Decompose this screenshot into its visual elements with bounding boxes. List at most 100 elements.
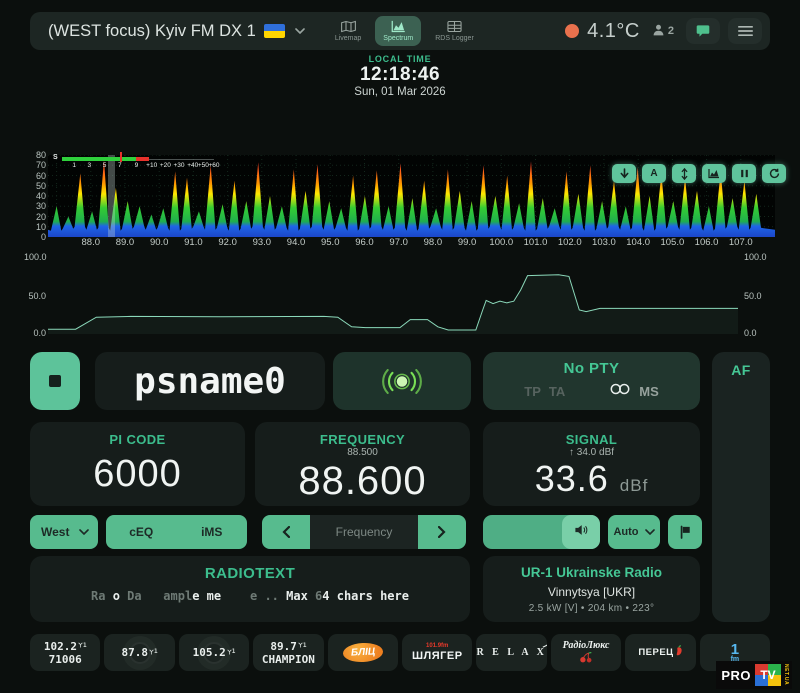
bookmark-logo-lux[interactable]: РадіоЛюкс <box>550 634 622 671</box>
spectrum-x-tick: 100.0 <box>489 237 514 248</box>
region-value: West <box>41 525 70 539</box>
station-info-panel: UR-1 Ukrainske Radio Vinnytsya [UKR] 2.5… <box>483 556 700 622</box>
nav-spectrum[interactable]: Spectrum <box>375 16 422 46</box>
bookmark-preset-105.2[interactable]: 105.2 1 <box>178 634 250 671</box>
menu-button[interactable] <box>728 18 762 44</box>
stereo-icon <box>609 382 631 400</box>
spectrum-x-tick: 93.0 <box>252 237 272 248</box>
shlyager-freq: 101.9fm <box>426 642 449 649</box>
radiotext-segment: ampl <box>163 589 193 603</box>
server-selector[interactable]: (WEST focus) Kyiv FM DX 1 <box>48 22 305 41</box>
user-icon <box>652 23 665 39</box>
smeter-tick: +20 <box>159 162 171 169</box>
blitz-logo: БЛІЦ <box>342 641 384 664</box>
spectrum-x-tick: 92.0 <box>218 237 237 248</box>
smeter-tick: 7 <box>117 162 122 169</box>
ps-name: psname0 <box>134 360 286 402</box>
antenna-badge: 1 <box>78 639 87 652</box>
stop-audio-button[interactable] <box>30 352 80 410</box>
bookmark-preset-89.7[interactable]: 89.7 1 CHAMPION <box>253 634 324 671</box>
clock-date: Sun, 01 Mar 2026 <box>354 86 446 99</box>
pi-value: 6000 <box>93 453 182 495</box>
broadcast-indicator[interactable] <box>333 352 471 410</box>
arrows-vertical-button[interactable] <box>672 164 696 183</box>
spectrum-x-tick: 88.0 <box>81 237 101 248</box>
spectrum-x-tick: 91.0 <box>184 237 203 248</box>
clock-time: 12:18:46 <box>359 64 441 86</box>
radiotext-segment: Max <box>286 589 316 603</box>
radiotext-value: Ra o Da ample me e .. Max 64 chars here <box>30 589 470 603</box>
smeter-needle <box>119 152 122 162</box>
smeter-bar <box>62 152 214 162</box>
signal-history-svg <box>48 254 738 334</box>
nav-livemap[interactable]: Livemap <box>327 16 369 46</box>
volume-slider[interactable] <box>483 515 600 549</box>
bookmark-frequency: 87.8 1 <box>121 645 158 659</box>
chat-button[interactable] <box>686 18 720 44</box>
arrow-down-button[interactable] <box>612 164 636 183</box>
smeter-tick: 3 <box>87 162 92 169</box>
frequency-label: FREQUENCY <box>319 432 406 447</box>
spectrum-y-tick: 30 <box>35 201 46 212</box>
spectrum-x-tick: 89.0 <box>115 237 135 248</box>
antenna-badge: 1 <box>298 639 306 652</box>
station-name: UR-1 Ukrainske Radio <box>520 565 663 580</box>
autoscale-button[interactable]: A <box>642 164 666 183</box>
bookmark-preset-102.2[interactable]: 102.2 1 71006 <box>30 634 101 671</box>
bookmark-preset-87.8[interactable]: 87.8 1 <box>104 634 175 671</box>
signal-number: 33.6 <box>534 458 609 499</box>
spectrum-icon <box>391 20 406 33</box>
bookmark-logo-relax[interactable]: R E L A X <box>476 634 547 671</box>
bookmark-ps: 71006 <box>48 652 82 666</box>
history-y-tick: 0.0 <box>33 328 46 338</box>
chart-style-button[interactable] <box>702 164 726 183</box>
auto-value: Auto <box>613 526 639 538</box>
spectrum-y-tick: 60 <box>35 170 46 181</box>
eq-toggle[interactable]: cEQ <box>106 525 177 539</box>
spectrum-x-tick: 107.0 <box>728 237 753 248</box>
frequency-value: 88.600 <box>298 459 427 503</box>
bookmark-logo-perets[interactable]: ПЕРЕЦ <box>625 634 696 671</box>
frequency-input[interactable] <box>310 515 418 549</box>
smeter-label: S <box>53 154 58 161</box>
stop-icon <box>49 375 61 387</box>
station-details: 2.5 kW [V] • 204 km • 223° <box>528 603 655 614</box>
auto-select[interactable]: Auto <box>608 515 660 549</box>
bookmark-logo-shlyager[interactable]: 101.9fm ШЛЯГЕР <box>402 634 473 671</box>
temperature-dot-icon <box>565 24 580 38</box>
spectrum-x-tick: 103.0 <box>592 237 616 248</box>
shlyager-logo: ШЛЯГЕР <box>411 649 463 662</box>
pause-button[interactable] <box>732 164 756 183</box>
frequency-down-button[interactable] <box>262 515 310 549</box>
watermark-pro: PRO <box>721 667 751 683</box>
ims-toggle[interactable]: iMS <box>177 525 248 539</box>
antenna-badge: 1 <box>227 645 235 658</box>
tp-flag: TP <box>524 383 541 399</box>
frequency-up-button[interactable] <box>418 515 466 549</box>
flag-button[interactable] <box>668 515 702 549</box>
ukraine-flag-icon <box>263 24 285 38</box>
spectrum-x-tick: 95.0 <box>320 237 340 248</box>
smeter-ticks: 1 3 5 7 9 +10 +20 +30 +40 +50 +60 <box>62 162 219 171</box>
nav-rds-logger[interactable]: RDS Logger <box>427 16 482 46</box>
smeter-tick: +40 <box>187 162 199 169</box>
topbar-nav: Livemap Spectrum RDS Logger <box>327 16 482 46</box>
smeter-tick: +30 <box>173 162 185 169</box>
smeter-tick: +10 <box>146 162 158 169</box>
spectrum-x-tick: 102.0 <box>557 237 582 248</box>
bookmark-logo-blitz[interactable]: БЛІЦ <box>327 634 399 671</box>
spectrum-x-tick: 106.0 <box>694 237 719 248</box>
volume-handle[interactable] <box>562 515 600 549</box>
eq-ims-group: cEQ iMS <box>106 515 247 549</box>
refresh-button[interactable] <box>762 164 786 183</box>
spectrum-x-tick: 97.0 <box>389 237 408 248</box>
radiotext-segment: .. <box>264 589 287 603</box>
bookmark-ps: CHAMPION <box>261 652 315 666</box>
chevron-down-icon <box>79 529 89 535</box>
antenna-badge: 1 <box>149 645 158 658</box>
smeter-tick: +60 <box>208 162 220 169</box>
server-title: (WEST focus) Kyiv FM DX 1 <box>48 21 256 40</box>
region-select[interactable]: West <box>30 515 98 549</box>
cherries-icon <box>578 651 594 666</box>
radiotext-panel: RADIOTEXT Ra o Da ample me e .. Max 64 c… <box>30 556 470 622</box>
